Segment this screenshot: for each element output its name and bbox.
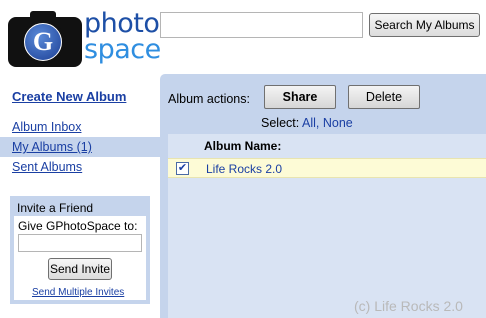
album-actions-label: Album actions: bbox=[168, 92, 250, 106]
nav-item-my-albums[interactable]: My Albums (1) bbox=[0, 137, 160, 157]
select-row: Select: All, None bbox=[261, 116, 353, 130]
album-checkbox[interactable]: ✔ bbox=[176, 162, 189, 175]
gphotospace-logo[interactable]: G photo space bbox=[8, 9, 161, 69]
select-all-link[interactable]: All, bbox=[302, 116, 319, 130]
nav-item-sent-albums[interactable]: Sent Albums bbox=[0, 157, 160, 177]
album-name[interactable]: Life Rocks 2.0 bbox=[206, 162, 282, 176]
album-name-column-header: Album Name: bbox=[204, 139, 282, 153]
album-panel: Album actions: Share Delete Select: All,… bbox=[160, 74, 486, 318]
invite-field-label: Give GPhotoSpace to: bbox=[18, 219, 138, 233]
invite-email-field[interactable] bbox=[18, 234, 142, 252]
invite-friend-box: Invite a Friend Give GPhotoSpace to: Sen… bbox=[10, 196, 150, 304]
camera-icon: G bbox=[8, 11, 82, 67]
invite-form: Give GPhotoSpace to: Send Invite Send Mu… bbox=[14, 216, 146, 300]
logo-line-2: space bbox=[84, 34, 161, 65]
invite-title: Invite a Friend bbox=[17, 201, 94, 215]
select-label: Select: bbox=[261, 116, 300, 130]
search-albums-button[interactable]: Search My Albums bbox=[369, 13, 480, 37]
share-button[interactable]: Share bbox=[264, 85, 336, 109]
search-input[interactable] bbox=[160, 12, 363, 38]
watermark: (c) Life Rocks 2.0 bbox=[354, 298, 463, 314]
nav-item-album-inbox[interactable]: Album Inbox bbox=[0, 117, 160, 137]
send-invite-button[interactable]: Send Invite bbox=[48, 258, 112, 280]
logo-wordmark: photo space bbox=[84, 10, 161, 65]
logo-letter: G bbox=[25, 24, 61, 60]
table-row[interactable]: ✔ Life Rocks 2.0 bbox=[168, 158, 486, 178]
album-list: Album Name: ✔ Life Rocks 2.0 bbox=[168, 134, 486, 318]
send-multiple-invites-link[interactable]: Send Multiple Invites bbox=[32, 287, 124, 298]
select-none-link[interactable]: None bbox=[323, 116, 353, 130]
create-new-album-link[interactable]: Create New Album bbox=[12, 89, 126, 104]
delete-button[interactable]: Delete bbox=[348, 85, 420, 109]
